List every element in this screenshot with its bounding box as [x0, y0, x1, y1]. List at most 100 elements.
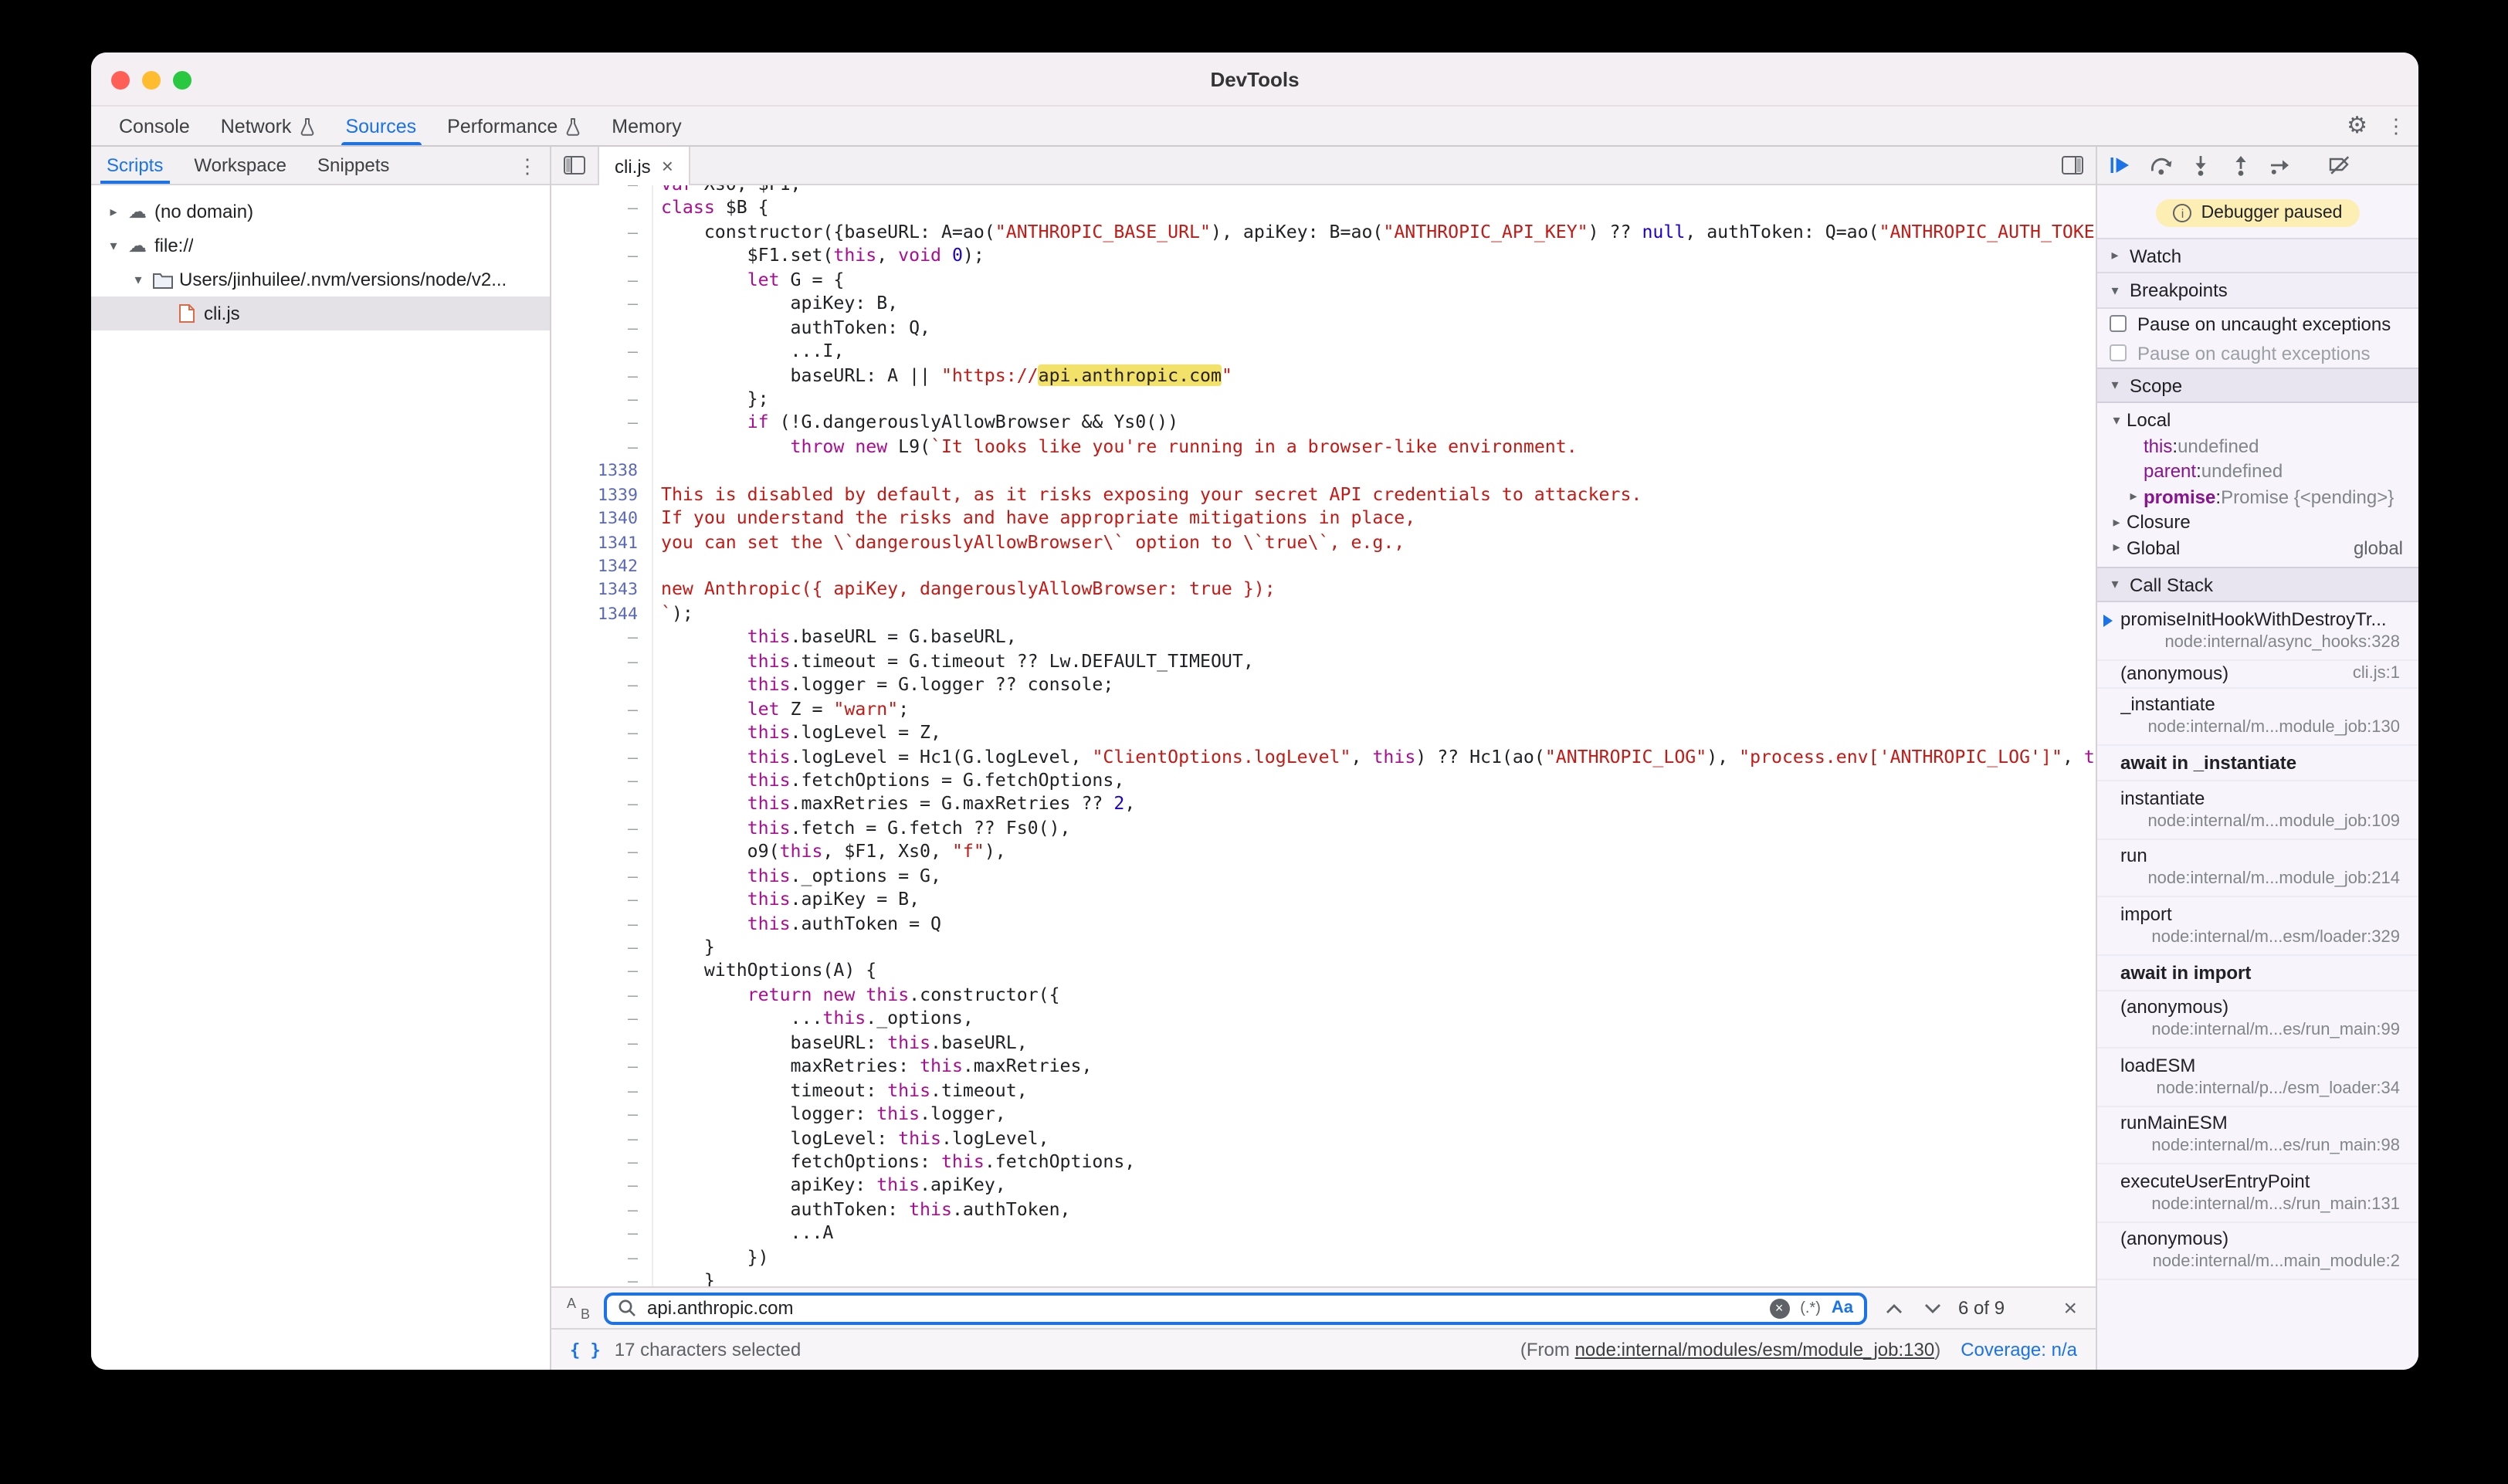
navigator-more-icon[interactable]: ⋮: [517, 154, 537, 179]
call-stack-frame[interactable]: runnode:internal/m...module_job:214: [2097, 839, 2418, 897]
code-line[interactable]: – authToken: Q,: [551, 316, 2096, 340]
tree-item--no-domain-[interactable]: ▸☁(no domain): [91, 195, 550, 229]
coverage-link[interactable]: Coverage: n/a: [1961, 1339, 2077, 1360]
call-stack-frame[interactable]: importnode:internal/m...esm/loader:329: [2097, 897, 2418, 955]
line-number[interactable]: –: [551, 888, 653, 912]
code-line[interactable]: – };: [551, 388, 2096, 412]
code-line[interactable]: – baseURL: A || "https://api.anthropic.c…: [551, 364, 2096, 388]
line-number[interactable]: –: [551, 197, 653, 221]
tab-console[interactable]: Console: [103, 107, 205, 145]
tab-performance[interactable]: Performance: [432, 107, 596, 145]
regex-toggle[interactable]: (.*): [1800, 1299, 1821, 1316]
checkbox[interactable]: [2110, 315, 2127, 332]
line-number[interactable]: –: [551, 650, 653, 674]
line-number[interactable]: –: [551, 1008, 653, 1032]
next-match-button[interactable]: [1920, 1303, 1944, 1313]
line-number[interactable]: –: [551, 841, 653, 865]
editor-tab-cli-js[interactable]: cli.js ×: [598, 147, 690, 185]
line-number[interactable]: –: [551, 960, 653, 984]
line-number[interactable]: –: [551, 435, 653, 459]
line-number[interactable]: –: [551, 1222, 653, 1246]
code-line[interactable]: – this.fetch = G.fetch ?? Fs0(),: [551, 817, 2096, 841]
tree-item-cli-js[interactable]: cli.js: [91, 296, 550, 330]
line-number[interactable]: –: [551, 388, 653, 412]
source-origin-link[interactable]: node:internal/modules/esm/module_job:130: [1575, 1339, 1935, 1360]
chevron-right-icon[interactable]: ▸: [2106, 541, 2127, 555]
code-line[interactable]: – this.authToken = Q: [551, 912, 2096, 936]
navigator-tab-snippets[interactable]: Snippets: [302, 147, 405, 184]
code-line[interactable]: 1342: [551, 554, 2096, 578]
line-number[interactable]: –: [551, 1245, 653, 1269]
call-stack-frame[interactable]: instantiatenode:internal/m...module_job:…: [2097, 781, 2418, 839]
line-number[interactable]: 1341: [551, 530, 653, 554]
line-number[interactable]: –: [551, 1174, 653, 1198]
scope-group-global[interactable]: ▸Globalglobal: [2097, 535, 2418, 561]
code-line[interactable]: – this.baseURL = G.baseURL,: [551, 626, 2096, 650]
tree-item-users-jinhuilee-nvm-versions-node-v2-[interactable]: ▾Users/jinhuilee/.nvm/versions/node/v2..…: [91, 263, 550, 296]
line-number[interactable]: –: [551, 1032, 653, 1055]
chevron-right-icon[interactable]: ▸: [2106, 516, 2127, 530]
search-input[interactable]: api.anthropic.com × (.*) Aa: [604, 1292, 1867, 1324]
line-number[interactable]: –: [551, 769, 653, 793]
line-number[interactable]: –: [551, 1150, 653, 1174]
scope-group-local[interactable]: ▾Local: [2097, 408, 2418, 433]
breakpoints-section-header[interactable]: ▾ Breakpoints: [2097, 273, 2418, 309]
line-number[interactable]: –: [551, 364, 653, 388]
tab-network[interactable]: Network: [205, 107, 330, 145]
line-number[interactable]: –: [551, 292, 653, 316]
code-editor[interactable]: –var Xs0, $F1,–class $B {– constructor({…: [551, 185, 2096, 1286]
step-over-button[interactable]: [2148, 153, 2173, 178]
code-line[interactable]: – ...this._options,: [551, 1008, 2096, 1032]
line-number[interactable]: –: [551, 1055, 653, 1079]
code-line[interactable]: – if (!G.dangerouslyAllowBrowser && Ys0(…: [551, 412, 2096, 435]
code-line[interactable]: – ...A: [551, 1222, 2096, 1246]
chevron-down-icon[interactable]: ▾: [128, 273, 148, 286]
line-number[interactable]: –: [551, 1198, 653, 1222]
code-line[interactable]: – fetchOptions: this.fetchOptions,: [551, 1150, 2096, 1174]
chevron-down-icon[interactable]: ▾: [2106, 378, 2123, 392]
code-line[interactable]: – }: [551, 1269, 2096, 1286]
clear-search-icon[interactable]: ×: [1769, 1298, 1789, 1318]
checkbox[interactable]: [2110, 344, 2127, 361]
line-number[interactable]: –: [551, 936, 653, 960]
watch-section-header[interactable]: ▸ Watch: [2097, 238, 2418, 273]
call-stack-frame[interactable]: executeUserEntryPointnode:internal/m...s…: [2097, 1164, 2418, 1222]
line-number[interactable]: 1342: [551, 554, 653, 578]
toggle-debugger-sidebar-icon[interactable]: [2049, 147, 2096, 184]
close-search-icon[interactable]: ×: [2063, 1296, 2077, 1320]
code-line[interactable]: – authToken: this.authToken,: [551, 1198, 2096, 1222]
code-line[interactable]: – maxRetries: this.maxRetries,: [551, 1055, 2096, 1079]
line-number[interactable]: 1340: [551, 507, 653, 530]
code-line[interactable]: – $F1.set(this, void 0);: [551, 245, 2096, 269]
call-stack-frame[interactable]: (anonymous)node:internal/m...main_module…: [2097, 1222, 2418, 1280]
line-number[interactable]: –: [551, 185, 653, 197]
close-tab-icon[interactable]: ×: [662, 156, 673, 176]
code-line[interactable]: –class $B {: [551, 197, 2096, 221]
chevron-down-icon[interactable]: ▾: [2106, 283, 2123, 297]
code-line[interactable]: 1339This is disabled by default, as it r…: [551, 483, 2096, 507]
step-button[interactable]: [2269, 153, 2293, 178]
line-number[interactable]: –: [551, 245, 653, 269]
tab-memory[interactable]: Memory: [596, 107, 696, 145]
chevron-right-icon[interactable]: ▸: [2106, 249, 2123, 263]
line-number[interactable]: –: [551, 864, 653, 888]
code-line[interactable]: – }): [551, 1245, 2096, 1269]
code-line[interactable]: – let G = {: [551, 269, 2096, 293]
tree-item-file-[interactable]: ▾☁file://: [91, 229, 550, 263]
line-number[interactable]: –: [551, 1269, 653, 1286]
code-line[interactable]: – logger: this.logger,: [551, 1103, 2096, 1127]
call-stack-frame[interactable]: (anonymous)cli.js:1: [2097, 660, 2418, 688]
tab-sources[interactable]: Sources: [330, 107, 432, 145]
step-out-button[interactable]: [2228, 153, 2253, 178]
scope-section-header[interactable]: ▾ Scope: [2097, 368, 2418, 403]
search-ab-toggle-icon[interactable]: A B: [567, 1296, 590, 1320]
code-line[interactable]: – constructor({baseURL: A=ao("ANTHROPIC_…: [551, 221, 2096, 245]
line-number[interactable]: –: [551, 221, 653, 245]
code-line[interactable]: – this.logLevel = Hc1(G.logLevel, "Clien…: [551, 745, 2096, 769]
settings-gear-icon[interactable]: ⚙: [2347, 114, 2367, 137]
code-line[interactable]: – this.logger = G.logger ?? console;: [551, 673, 2096, 697]
line-number[interactable]: 1344: [551, 602, 653, 626]
match-case-toggle[interactable]: Aa: [1832, 1299, 1853, 1317]
code-line[interactable]: – }: [551, 936, 2096, 960]
line-number[interactable]: –: [551, 673, 653, 697]
